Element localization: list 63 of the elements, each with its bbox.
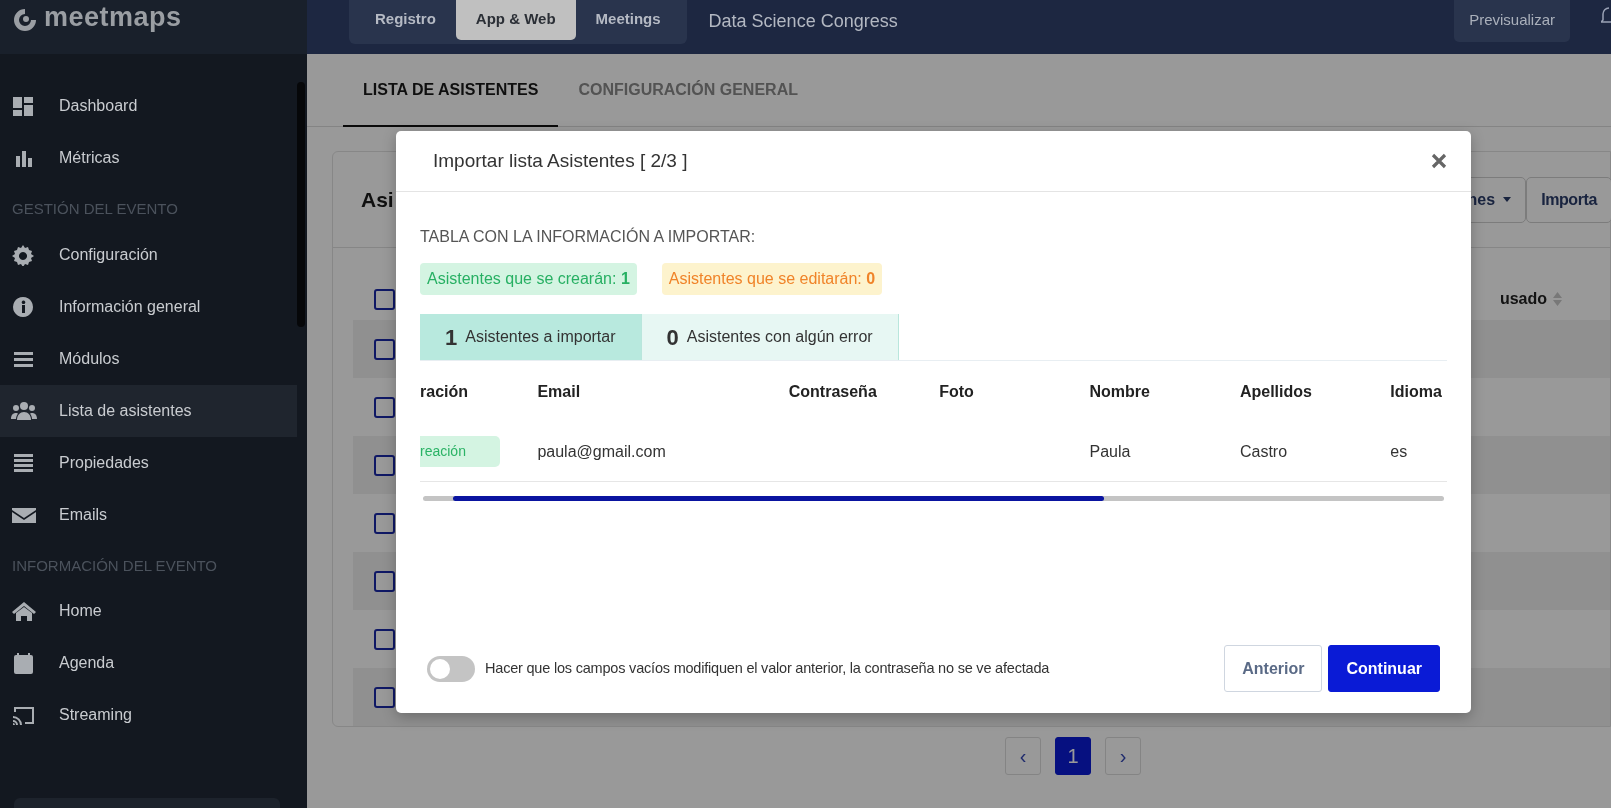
users-icon — [11, 399, 37, 422]
checkbox[interactable] — [374, 570, 395, 592]
checkbox[interactable] — [374, 396, 395, 418]
checkbox[interactable] — [374, 288, 395, 310]
logo-text: meetmaps — [44, 1, 182, 34]
section-label: TABLA CON LA INFORMACIÓN A IMPORTAR: — [420, 226, 757, 247]
toggle-switch[interactable] — [427, 655, 475, 682]
caret-icon — [1503, 197, 1512, 202]
checkbox[interactable] — [374, 338, 395, 360]
status-tag: reación — [420, 436, 500, 468]
checkbox[interactable] — [374, 628, 395, 650]
home-icon — [11, 600, 37, 622]
column-header: Email — [537, 361, 789, 423]
sort-icon — [1553, 291, 1562, 307]
previous-page-button[interactable]: ‹ — [1005, 737, 1041, 775]
column-header[interactable]: usado — [1499, 287, 1562, 311]
event-title: Data Science Congress — [708, 10, 898, 33]
summary-tag: Asistentes que se editarán: 0 — [661, 263, 883, 295]
sidebar-item[interactable]: Configuración — [0, 228, 297, 281]
sidebar-item[interactable]: Información general — [0, 280, 297, 333]
close-button[interactable] — [1429, 151, 1449, 171]
next-page-button[interactable]: › — [1105, 737, 1141, 775]
column-header: ración — [420, 382, 469, 402]
section-heading: GESTIÓN DEL EVENTO — [11, 199, 179, 219]
sidebar-item[interactable]: Agenda — [0, 637, 297, 689]
preview-button[interactable]: Previsualizar — [1454, 0, 1570, 42]
summary-tag: Asistentes que se crearán: 1 — [420, 263, 637, 295]
top-tab[interactable]: Registro — [355, 0, 456, 40]
sidebar-item[interactable]: Emails — [0, 488, 297, 541]
sidebar-item[interactable]: Métricas — [0, 132, 297, 184]
sidebar-item[interactable]: Streaming — [0, 689, 297, 741]
top-tab[interactable]: Meetings — [575, 0, 681, 40]
column-header: Nombre — [1089, 361, 1240, 423]
column-header: Idioma — [1390, 382, 1443, 402]
dialog-tab[interactable]: 1 Asistentes a importar — [420, 314, 642, 360]
column-header: Foto — [939, 361, 1090, 423]
checkbox[interactable] — [374, 686, 395, 708]
column-header: Contraseña — [788, 382, 878, 402]
dialog-title: Importar lista Asistentes [ 2/3 ] — [433, 148, 688, 173]
sidebar-item[interactable]: Dashboard — [0, 80, 297, 132]
horizontal-scrollbar[interactable] — [423, 495, 1444, 501]
checkbox[interactable] — [374, 512, 395, 534]
card-title: Asi — [361, 186, 394, 213]
table-cell: Castro — [1239, 442, 1288, 460]
sidebar-item[interactable]: Lista de asistentes — [0, 384, 297, 437]
dialog-tab[interactable]: 0 Asistentes con algún error — [641, 314, 899, 360]
toggle-label: Hacer que los campos vacíos modifiquen el valor anterior, la contraseña no se ve afectada — [485, 658, 1050, 678]
sidebar-item[interactable]: Módulos — [0, 332, 297, 385]
continue-button[interactable]: Continuar — [1328, 645, 1440, 692]
sidebar-item[interactable]: Home — [0, 585, 297, 637]
table-cell: es — [1390, 442, 1408, 460]
back-button[interactable]: Anterior — [1224, 645, 1323, 692]
page-button[interactable]: 1 — [1055, 737, 1091, 775]
cast-icon — [11, 704, 37, 726]
sidebar-item[interactable]: Propiedades — [0, 436, 297, 489]
column-header: Apellidos — [1239, 382, 1313, 402]
section-heading: INFORMACIÓN DEL EVENTO — [11, 555, 219, 576]
top-tab[interactable]: App & Web — [455, 0, 576, 40]
page-tab[interactable]: LISTA DE ASISTENTES — [343, 54, 559, 127]
table-cell: Paula — [1089, 442, 1131, 460]
import-button[interactable]: Importa — [1526, 176, 1611, 223]
checkbox[interactable] — [374, 454, 395, 476]
table-cell: paula@gmail.com — [537, 442, 666, 460]
